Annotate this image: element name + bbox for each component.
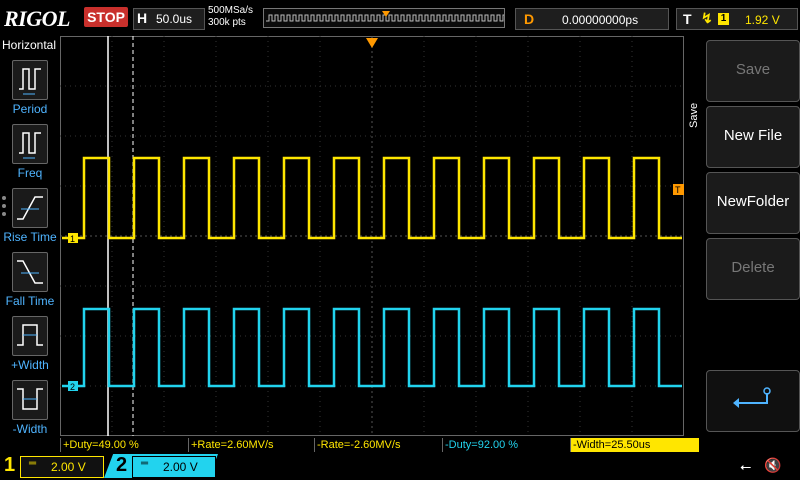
memory-waveform-overview	[263, 8, 506, 28]
period-icon	[12, 60, 48, 100]
measure-positive-width[interactable]: +Width	[0, 316, 60, 378]
dc-coupling-icon: ═	[141, 458, 149, 469]
save-menu: Save Save New File NewFolder Delete	[686, 36, 800, 452]
positive-width-icon	[12, 316, 48, 356]
channel-status-bar: 1 ═ 2.00 V 2 ═ 2.00 V ⭠ 🔇	[0, 452, 800, 480]
graticule: 1 2 T	[60, 36, 684, 436]
frequency-label: Freq	[17, 166, 43, 180]
save-button-label: Save	[735, 61, 771, 78]
delay-box[interactable]: D 0.00000000ps	[515, 8, 669, 30]
frequency-icon	[12, 124, 48, 164]
new-folder-button-label: NewFolder	[716, 193, 790, 210]
measurement-negative-width[interactable]: -Width=25.50us	[570, 438, 699, 452]
sample-rate: 500MSa/s	[208, 5, 254, 16]
new-file-button[interactable]: New File	[706, 106, 800, 168]
channel-1-marker-label: 1	[70, 234, 75, 244]
delete-button-label: Delete	[731, 259, 775, 276]
measure-rise-time[interactable]: Rise Time	[0, 188, 60, 250]
measure-frequency[interactable]: Freq	[0, 124, 60, 186]
rising-edge-icon: ↯	[701, 10, 713, 26]
acquisition-info: 500MSa/s 300k pts	[208, 5, 253, 29]
new-folder-button[interactable]: NewFolder	[706, 172, 800, 234]
channel-1-number: 1	[4, 454, 16, 476]
channel-1-box: ═ 2.00 V	[20, 456, 104, 478]
measure-fall-time[interactable]: Fall Time	[0, 252, 60, 314]
measure-negative-width[interactable]: -Width	[0, 380, 60, 442]
rise-time-label: Rise Time	[3, 230, 57, 244]
measurement-negative-rate[interactable]: -Rate=-2.60MV/s	[314, 438, 443, 452]
save-button[interactable]: Save	[706, 40, 800, 102]
channel-2-marker-label: 2	[70, 382, 75, 392]
negative-width-label: -Width	[12, 422, 48, 436]
trigger-label: T	[683, 11, 692, 27]
negative-width-icon	[12, 380, 48, 420]
horizontal-label: H	[137, 10, 148, 26]
rise-time-icon	[12, 188, 48, 228]
menu-title: Horizontal	[2, 38, 57, 52]
measurement-positive-rate[interactable]: +Rate=2.60MV/s	[188, 438, 315, 452]
usb-icon: ⭠	[740, 458, 752, 474]
trigger-source: 1	[718, 13, 729, 25]
measurement-negative-duty[interactable]: -Duty=92.00 %	[442, 438, 571, 452]
channel-2-scale: 2.00 V	[163, 460, 198, 474]
timebase-value: 50.0us	[156, 12, 193, 26]
measurement-results-bar: +Duty=49.00 % +Rate=2.60MV/s -Rate=-2.60…	[60, 438, 700, 452]
save-menu-title: Save	[688, 102, 700, 128]
trigger-level: 1.92 V	[745, 13, 780, 27]
memory-overview-wave	[266, 11, 506, 22]
dc-coupling-icon: ═	[29, 458, 37, 469]
trigger-level-marker-label: T	[675, 185, 681, 195]
enter-return-icon	[733, 387, 771, 408]
waveform-display[interactable]: 1 2 T	[60, 36, 684, 436]
horizontal-measure-menu: Horizontal Period Freq Rise Time Fall Ti…	[0, 36, 60, 452]
channel-2-status[interactable]: 2 ═ 2.00 V	[112, 454, 216, 478]
enter-button[interactable]	[706, 370, 800, 432]
measure-period[interactable]: Period	[0, 60, 60, 122]
channel-1-status[interactable]: 1 ═ 2.00 V	[0, 454, 104, 478]
channel-1-scale: 2.00 V	[51, 460, 86, 474]
channel-2-number: 2	[116, 454, 128, 476]
trigger-position-icon	[366, 38, 378, 48]
channel-2-box: ═ 2.00 V	[132, 456, 216, 478]
trigger-box[interactable]: T ↯ 1 1.92 V	[676, 8, 798, 30]
positive-width-label: +Width	[11, 358, 49, 372]
delay-value: 0.00000000ps	[562, 13, 639, 27]
period-label: Period	[12, 102, 48, 116]
delete-button[interactable]: Delete	[706, 238, 800, 300]
run-stop-indicator[interactable]: STOP	[84, 7, 128, 27]
top-status-bar: RIGOL STOP H 50.0us 500MSa/s 300k pts D …	[0, 0, 800, 36]
measurement-positive-duty[interactable]: +Duty=49.00 %	[60, 438, 189, 452]
new-file-button-label: New File	[723, 127, 783, 144]
fall-time-icon	[12, 252, 48, 292]
fall-time-label: Fall Time	[5, 294, 55, 308]
delay-label: D	[524, 11, 535, 27]
memory-depth: 300k pts	[208, 17, 246, 28]
rigol-logo: RIGOL	[4, 6, 70, 31]
horizontal-timebase-box[interactable]: H 50.0us	[133, 8, 205, 30]
speaker-muted-icon[interactable]: 🔇	[764, 457, 781, 474]
